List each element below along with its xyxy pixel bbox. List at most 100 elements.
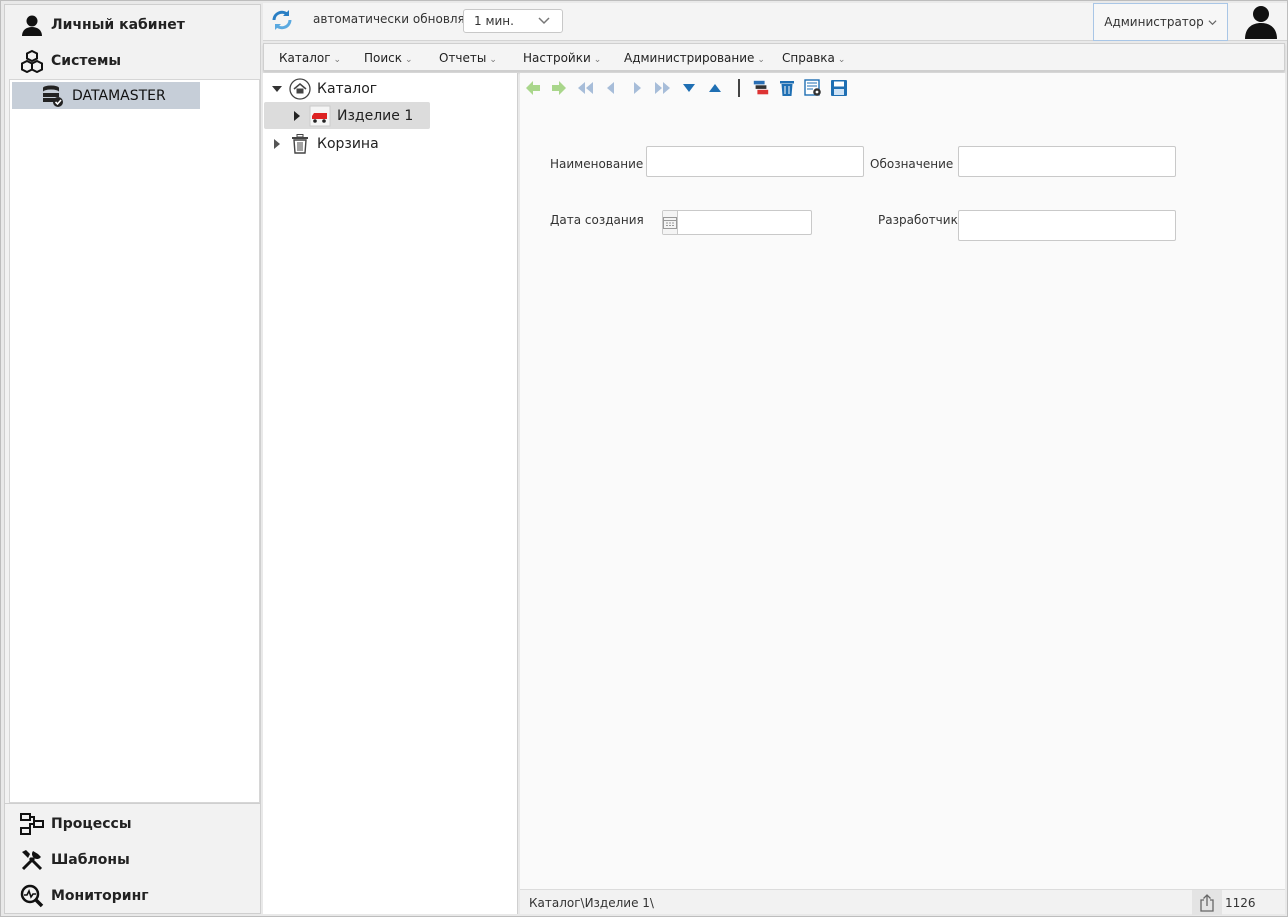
trash-icon (289, 133, 311, 155)
process-icon (19, 811, 45, 837)
chevron-down-icon: ⌄ (333, 55, 342, 65)
chevron-down-icon (538, 14, 550, 29)
menu-settings[interactable]: Настройки ⌄ (523, 51, 601, 65)
chevron-down-icon: ⌄ (837, 55, 846, 65)
menu-label: Отчеты (439, 51, 487, 65)
double-right-icon (655, 82, 670, 94)
tree-node-label: Каталог (317, 80, 378, 97)
tree-node-catalog[interactable]: Каталог (271, 75, 377, 102)
app-window: Личный кабинет Системы DATAMASTER Процес… (0, 0, 1288, 917)
chevron-down-icon (1208, 18, 1217, 27)
menu-catalog[interactable]: Каталог ⌄ (279, 51, 341, 65)
sidebar-item-personal-cabinet[interactable]: Личный кабинет (5, 7, 260, 43)
arrow-left-icon (526, 81, 540, 95)
sidebar-item-processes[interactable]: Процессы (5, 806, 260, 842)
record-count: 1126 (1225, 896, 1256, 910)
chevron-down-icon: ⌄ (489, 55, 497, 65)
record-toolbar (524, 78, 856, 98)
sidebar-item-label: Процессы (51, 816, 132, 832)
menu-label: Настройки (523, 51, 591, 65)
refresh-interval-value: 1 мин. (474, 14, 514, 28)
developer-input[interactable] (958, 210, 1176, 241)
tree-node-item-1[interactable]: Изделие 1 (264, 102, 430, 129)
user-icon (19, 12, 45, 38)
status-bar: Каталог\Изделие 1\ 1126 (520, 889, 1285, 915)
avatar-icon (1243, 3, 1279, 42)
menu-label: Каталог (279, 51, 331, 65)
share-icon (1200, 893, 1214, 912)
refresh-button[interactable] (269, 8, 295, 34)
sidebar-item-systems[interactable]: Системы (5, 43, 260, 79)
user-menu-label: Администратор (1104, 15, 1204, 29)
sidebar: Личный кабинет Системы DATAMASTER Процес… (4, 4, 261, 914)
previous-record-button[interactable] (602, 79, 620, 97)
double-left-icon (578, 82, 593, 94)
save-button[interactable] (830, 79, 848, 97)
caret-right-icon[interactable] (291, 110, 303, 122)
delete-button[interactable] (778, 79, 796, 97)
sidebar-item-label: Системы (51, 53, 122, 69)
triangle-left-icon (607, 82, 614, 94)
refresh-interval-select[interactable]: 1 мин. (463, 9, 563, 33)
header-bar: автоматически обновлять 1 мин. Администр… (263, 3, 1287, 41)
created-date-input[interactable] (678, 211, 840, 234)
developer-label: Разработчик (878, 213, 958, 227)
sidebar-item-monitoring[interactable]: Мониторинг (5, 878, 260, 914)
sidebar-item-templates[interactable]: Шаблоны (5, 842, 260, 878)
delete-icon (780, 81, 794, 96)
tree-node-label: Изделие 1 (337, 107, 414, 124)
menu-help[interactable]: Справка ⌄ (782, 51, 845, 65)
caret-down-icon[interactable] (271, 83, 283, 95)
tools-icon (19, 847, 45, 873)
toolbar-divider (738, 79, 740, 97)
user-menu[interactable]: Администратор (1093, 3, 1228, 41)
database-check-icon (40, 83, 66, 109)
next-record-button[interactable] (628, 79, 646, 97)
calendar-button[interactable] (663, 211, 678, 234)
auto-refresh-label: автоматически обновлять (313, 12, 479, 26)
menu-label: Справка (782, 51, 835, 65)
menu-label: Администрирование (624, 51, 755, 65)
designation-label: Обозначение (870, 157, 954, 171)
sidebar-item-label: Шаблоны (51, 852, 130, 868)
export-button[interactable] (1192, 890, 1222, 915)
systems-tree: DATAMASTER (9, 79, 260, 803)
menu-administration[interactable]: Администрирование ⌄ (624, 51, 765, 65)
chevron-down-icon: ⌄ (405, 55, 413, 65)
catalog-tree: Каталог Изделие 1 Корзина (263, 73, 518, 914)
move-up-button[interactable] (706, 79, 724, 97)
stack-icon (753, 80, 769, 95)
back-button[interactable] (524, 79, 542, 97)
calendar-icon (663, 217, 677, 229)
properties-button[interactable] (804, 79, 822, 97)
tree-node-trash[interactable]: Корзина (271, 130, 379, 157)
sidebar-bottom: Процессы Шаблоны Мониторинг (5, 803, 260, 913)
object-form-panel: Наименование Обозначение Дата создания Р… (520, 73, 1285, 889)
triangle-down-icon (683, 84, 695, 92)
main-menu: Каталог ⌄ Поиск ⌄ Отчеты ⌄ Настройки ⌄ Админ… (263, 43, 1285, 71)
name-label: Наименование (550, 157, 644, 171)
current-path: Каталог\Изделие 1\ (529, 896, 654, 910)
menu-search[interactable]: Поиск ⌄ (364, 51, 413, 65)
arrow-right-icon (552, 81, 566, 95)
caret-right-icon[interactable] (271, 138, 283, 150)
created-date-field (662, 210, 840, 235)
tree-node-datamaster[interactable]: DATAMASTER (12, 82, 200, 109)
sidebar-item-label: Мониторинг (51, 888, 149, 904)
name-input[interactable] (646, 146, 864, 177)
menu-reports[interactable]: Отчеты ⌄ (439, 51, 497, 65)
tree-node-label: DATAMASTER (72, 87, 166, 104)
menu-label: Поиск (364, 51, 403, 65)
truck-icon (309, 105, 331, 127)
avatar[interactable] (1238, 3, 1284, 41)
last-record-button[interactable] (654, 79, 672, 97)
refresh-icon (270, 8, 294, 35)
structure-button[interactable] (752, 79, 770, 97)
save-icon (831, 80, 847, 96)
first-record-button[interactable] (576, 79, 594, 97)
designation-input[interactable] (958, 146, 1176, 177)
created-date-label: Дата создания (550, 213, 644, 227)
move-down-button[interactable] (680, 79, 698, 97)
forward-button[interactable] (550, 79, 568, 97)
tree-node-label: Корзина (317, 135, 379, 152)
